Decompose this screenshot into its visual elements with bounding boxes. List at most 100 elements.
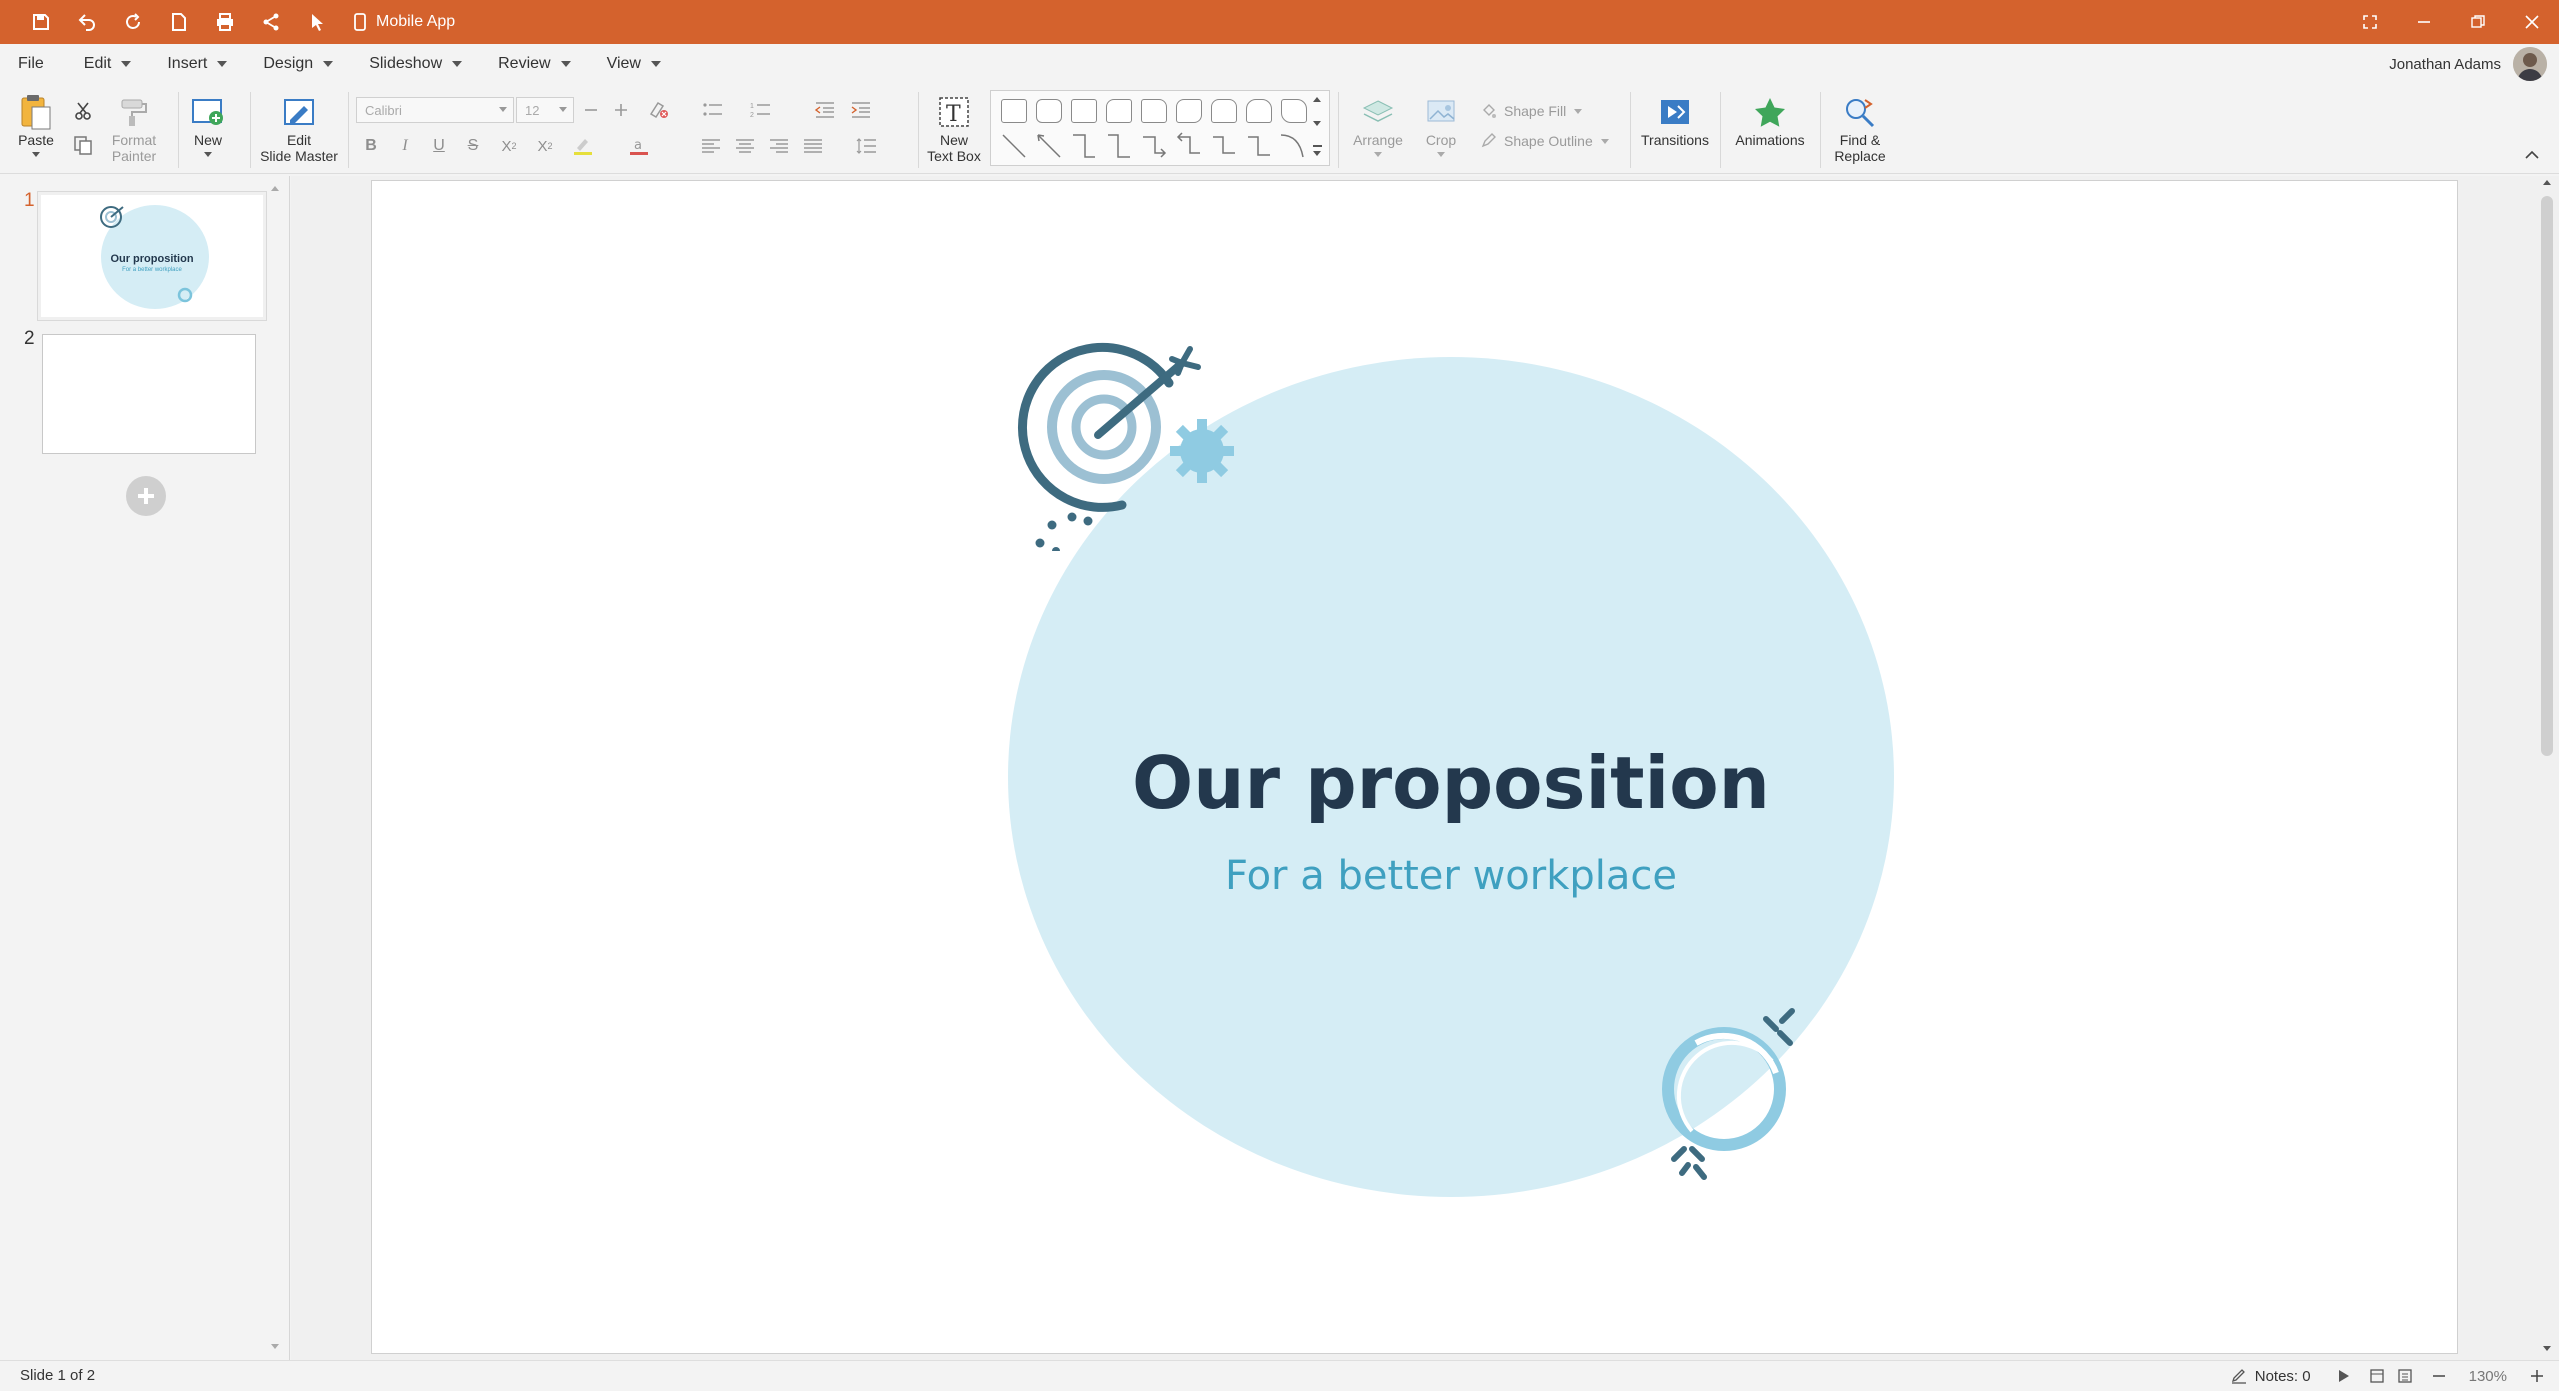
format-painter-button[interactable]: Format Painter [104,92,164,164]
menu-file[interactable]: File [0,44,66,84]
slide-title[interactable]: Our proposition [972,741,1930,825]
slide-thumbnail-2[interactable] [42,334,256,454]
menu-design[interactable]: Design [245,44,351,84]
add-slide-button[interactable] [126,476,166,516]
increase-indent-button[interactable] [846,95,876,125]
collapse-ribbon-button[interactable] [2524,148,2540,160]
transitions-button[interactable]: Transitions [1638,92,1712,148]
target-arrow-icon[interactable] [1012,331,1242,551]
menu-view[interactable]: View [589,44,679,84]
slide-thumbnail-1[interactable]: Our proposition For a better workplace [37,191,267,321]
avatar[interactable] [2513,47,2547,81]
font-color-button[interactable]: a [624,131,654,161]
user-account[interactable]: Jonathan Adams [2389,44,2547,84]
restore-button[interactable] [2451,0,2505,44]
shape-diagonal-corner[interactable] [1176,99,1202,123]
minimize-button[interactable] [2397,0,2451,44]
new-slide-button[interactable]: New [188,92,228,157]
shape-rectangle[interactable] [1001,99,1027,123]
increase-font-button[interactable] [606,95,636,125]
align-right-button[interactable] [764,131,794,161]
shape-snip-rectangle[interactable] [1071,99,1097,123]
slide-master-icon [284,99,314,125]
clear-formatting-button[interactable] [644,95,674,125]
decrease-indent-button[interactable] [810,95,840,125]
elbow-connector-shape[interactable] [1069,131,1099,161]
zoom-level[interactable]: 130% [2459,1368,2517,1385]
shapes-gallery[interactable] [990,90,1330,166]
share-button[interactable] [248,0,294,44]
arrange-label: Arrange [1353,132,1403,148]
crop-button[interactable]: Crop [1414,92,1468,157]
step-connector-shape-2[interactable] [1244,131,1274,161]
shape-snip-corner[interactable] [1106,99,1132,123]
underline-button[interactable]: U [424,131,454,161]
menu-slideshow[interactable]: Slideshow [351,44,480,84]
line-shape[interactable] [999,131,1029,161]
bullets-button[interactable] [698,95,728,125]
animations-button[interactable]: Animations [1728,92,1812,148]
elbow-double-arrow-shape[interactable] [1174,131,1204,161]
step-connector-shape[interactable] [1209,131,1239,161]
shape-round-same-side[interactable] [1246,99,1272,123]
scrollbar-thumb[interactable] [2541,196,2553,756]
slide-subtitle[interactable]: For a better workplace [972,853,1930,899]
print-button[interactable] [202,0,248,44]
notes-toggle[interactable]: Notes: 0 [2219,1361,2323,1391]
close-button[interactable] [2505,0,2559,44]
slide-canvas[interactable]: Our proposition For a better workplace [371,180,2458,1354]
bold-button[interactable]: B [356,131,386,161]
shape-snip-same-side[interactable] [1211,99,1237,123]
undo-button[interactable] [64,0,110,44]
save-button[interactable] [18,0,64,44]
normal-view-button[interactable] [2363,1361,2391,1391]
paste-button[interactable]: Paste [14,92,58,157]
superscript-button[interactable]: X2 [530,131,560,161]
font-size-dropdown[interactable]: 12 [516,97,574,123]
redo-button[interactable] [110,0,156,44]
cut-button[interactable] [68,96,98,126]
editor-scrollbar[interactable] [2535,176,2559,1360]
highlight-button[interactable] [568,131,598,161]
elbow-arrow-shape[interactable] [1139,131,1169,161]
copy-button[interactable] [68,130,98,160]
menu-insert[interactable]: Insert [149,44,245,84]
pointer-button[interactable] [294,0,340,44]
shape-round-diagonal[interactable] [1281,99,1307,123]
shape-round-corner[interactable] [1141,99,1167,123]
menu-review[interactable]: Review [480,44,588,84]
font-name-dropdown[interactable]: Calibri [356,97,514,123]
ring-sparkle-icon[interactable] [1652,991,1812,1181]
menu-edit[interactable]: Edit [66,44,150,84]
align-left-button[interactable] [696,131,726,161]
slides-panel-scrollbar[interactable] [268,184,282,1354]
align-center-button[interactable] [730,131,760,161]
curve-shape[interactable] [1277,131,1307,161]
justify-button[interactable] [798,131,828,161]
arrange-button[interactable]: Arrange [1348,92,1408,157]
zoom-out-button[interactable] [2419,1361,2459,1391]
new-document-button[interactable] [156,0,202,44]
line-spacing-button[interactable] [852,131,882,161]
strikethrough-button[interactable]: S [458,131,488,161]
shape-outline-button[interactable]: Shape Outline [1480,132,1609,150]
fullscreen-button[interactable] [2343,0,2397,44]
elbow-connector-shape-2[interactable] [1104,131,1134,161]
zoom-in-button[interactable] [2517,1361,2559,1391]
play-slideshow-button[interactable] [2323,1361,2363,1391]
decrease-font-button[interactable] [576,95,606,125]
outline-view-button[interactable] [2391,1361,2419,1391]
gallery-expand[interactable] [1313,145,1322,147]
numbering-button[interactable]: 12 [746,95,776,125]
new-text-box-button[interactable]: T New Text Box [924,92,984,164]
shape-fill-button[interactable]: Shape Fill [1480,102,1583,120]
share-icon [263,13,279,31]
shape-rounded-rectangle[interactable] [1036,99,1062,123]
italic-button[interactable]: I [390,131,420,161]
find-replace-button[interactable]: Find & Replace [1830,92,1890,164]
subscript-button[interactable]: X2 [494,131,524,161]
gallery-scroll-up[interactable] [1313,97,1321,102]
edit-slide-master-button[interactable]: Edit Slide Master [258,92,340,164]
gallery-scroll-down[interactable] [1313,121,1321,126]
arrow-shape[interactable] [1034,131,1064,161]
